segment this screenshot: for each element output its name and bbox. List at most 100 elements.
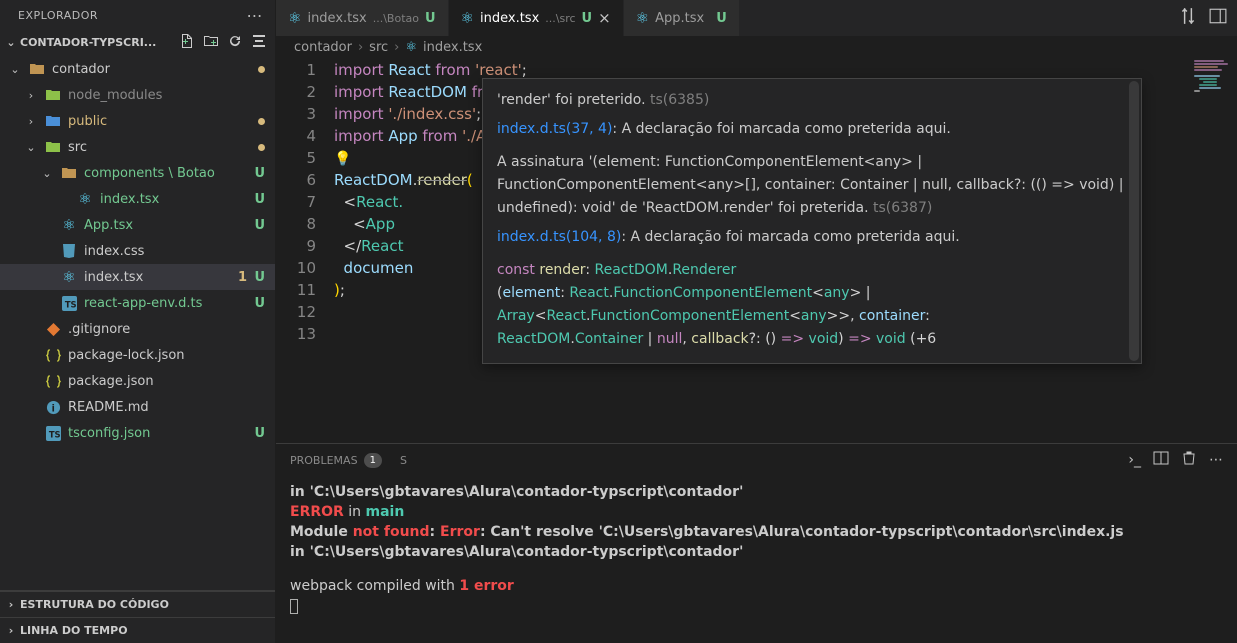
breadcrumb[interactable]: contador› src› ⚛ index.tsx	[276, 36, 1237, 59]
close-icon[interactable]: ×	[598, 9, 611, 27]
terminal-cursor	[290, 599, 298, 614]
chevron-icon: ⌄	[24, 141, 38, 154]
tab-output[interactable]: S	[400, 454, 407, 467]
editor-tab[interactable]: ⚛index.tsx...\BotaoU	[276, 0, 449, 36]
folder-icon	[44, 113, 62, 129]
terminal-icon[interactable]: ›_	[1128, 452, 1141, 468]
line-numbers: 12345678910111213	[276, 59, 334, 443]
vcs-status: U	[254, 270, 265, 285]
modified-dot	[258, 66, 265, 73]
tab-vcs: U	[582, 11, 593, 26]
new-folder-icon[interactable]	[203, 33, 219, 52]
tree-item[interactable]: › node_modules	[0, 82, 275, 108]
tree-item[interactable]: TSreact-app-env.d.tsU	[0, 290, 275, 316]
project-header[interactable]: ⌄ CONTADOR-TYPSCRI...	[0, 31, 275, 54]
react-icon: ⚛	[76, 190, 94, 208]
scrollbar[interactable]	[1129, 81, 1139, 361]
modified-dot	[258, 144, 265, 151]
timeline-section[interactable]: ›LINHA DO TEMPO	[0, 617, 275, 643]
chevron-down-icon: ⌄	[4, 36, 18, 49]
folder-icon	[44, 87, 62, 103]
vcs-status: U	[254, 218, 265, 233]
problems-badge: 1	[364, 453, 382, 468]
hover-link[interactable]: index.d.ts(37, 4)	[497, 121, 612, 137]
code-editor[interactable]: 12345678910111213 import React from 'rea…	[276, 59, 1237, 443]
editor-tabs: ⚛index.tsx...\BotaoU⚛index.tsx...\srcU×⚛…	[276, 0, 1237, 36]
readme-icon: i	[44, 400, 62, 415]
tree-item-label: tsconfig.json	[68, 426, 265, 441]
minimap[interactable]	[1191, 59, 1237, 139]
bottom-panel: PROBLEMAS 1 S ›_ ⋯ in 'C:\Users\gbtavare…	[276, 443, 1237, 643]
react-icon: ⚛	[60, 216, 78, 234]
tree-item-label: node_modules	[68, 88, 265, 103]
refresh-icon[interactable]	[227, 33, 243, 52]
tab-vcs: U	[425, 11, 436, 26]
hover-link[interactable]: index.d.ts(104, 8)	[497, 229, 621, 245]
tab-label: index.tsx	[307, 11, 366, 26]
tree-item[interactable]: ⚛ App.tsxU	[0, 212, 275, 238]
tab-label: index.tsx	[480, 11, 539, 26]
chevron-icon: ›	[24, 115, 38, 128]
vcs-status: U	[254, 192, 265, 207]
file-tree: ⌄contador › node_modules › public ⌄ src ⌄ compon…	[0, 54, 275, 590]
tree-item-label: react-app-env.d.ts	[84, 296, 265, 311]
editor-tab[interactable]: ⚛App.tsxU	[624, 0, 740, 36]
tree-item[interactable]: ⚛index.tsx1U	[0, 264, 275, 290]
more-icon[interactable]: ⋯	[247, 6, 264, 25]
folder-icon	[28, 61, 46, 77]
tree-item-label: App.tsx	[84, 218, 265, 233]
tree-item-label: index.tsx	[100, 192, 265, 207]
tree-item[interactable]: ⌄ src	[0, 134, 275, 160]
react-icon: ⚛	[636, 9, 649, 27]
tab-problems[interactable]: PROBLEMAS 1	[290, 453, 382, 468]
tree-item[interactable]: .gitignore	[0, 316, 275, 342]
ts-icon: TS	[60, 296, 78, 311]
svg-text:TS: TS	[48, 429, 60, 439]
react-icon: ⚛	[288, 9, 301, 27]
tab-suffix: ...\src	[545, 12, 575, 25]
svg-text:TS: TS	[64, 299, 76, 309]
editor-area: ⚛index.tsx...\BotaoU⚛index.tsx...\srcU×⚛…	[276, 0, 1237, 643]
collapse-icon[interactable]	[251, 33, 267, 52]
tree-item[interactable]: iREADME.md	[0, 394, 275, 420]
tree-item-label: index.css	[84, 244, 265, 259]
json-icon	[44, 374, 62, 389]
react-icon: ⚛	[405, 40, 417, 55]
chevron-icon: ›	[24, 89, 38, 102]
vcs-status: U	[254, 166, 265, 181]
explorer-title: EXPLORADOR	[18, 9, 98, 22]
css-icon	[60, 243, 78, 259]
tree-item-label: src	[68, 140, 265, 155]
explorer-sidebar: EXPLORADOR ⋯ ⌄ CONTADOR-TYPSCRI... ⌄cont…	[0, 0, 276, 643]
tab-vcs: U	[716, 11, 727, 26]
tree-item[interactable]: › public	[0, 108, 275, 134]
json-icon	[44, 348, 62, 363]
trash-icon[interactable]	[1181, 450, 1197, 470]
hover-tooltip: 'render' foi preterido. ts(6385) index.d…	[482, 78, 1142, 364]
outline-section[interactable]: ›ESTRUTURA DO CÓDIGO	[0, 591, 275, 617]
tree-item[interactable]: TStsconfig.jsonU	[0, 420, 275, 446]
compare-icon[interactable]	[1179, 7, 1197, 29]
tree-item-label: public	[68, 114, 265, 129]
tree-item[interactable]: ⚛ index.tsxU	[0, 186, 275, 212]
tree-item[interactable]: ⌄contador	[0, 56, 275, 82]
tree-item[interactable]: index.css	[0, 238, 275, 264]
more-icon[interactable]: ⋯	[1209, 452, 1223, 468]
react-icon: ⚛	[461, 9, 474, 27]
tree-item[interactable]: package-lock.json	[0, 342, 275, 368]
split-icon[interactable]	[1153, 450, 1169, 470]
tree-item-label: package-lock.json	[68, 348, 265, 363]
tree-item[interactable]: ⌄ components \ BotaoU	[0, 160, 275, 186]
code-content[interactable]: import React from 'react';import ReactDO…	[334, 59, 1237, 443]
layout-icon[interactable]	[1209, 7, 1227, 29]
editor-tab[interactable]: ⚛ index.tsx ...\src U ×	[449, 0, 624, 36]
modified-dot	[258, 118, 265, 125]
tree-item[interactable]: package.json	[0, 368, 275, 394]
ts-icon: TS	[44, 426, 62, 441]
terminal-output[interactable]: in 'C:\Users\gbtavares\Alura\contador-ty…	[276, 476, 1237, 643]
tree-item-label: components \ Botao	[84, 166, 265, 181]
problem-badge: 1	[238, 270, 247, 285]
chevron-icon: ⌄	[40, 167, 54, 180]
git-icon	[44, 322, 62, 337]
new-file-icon[interactable]	[179, 33, 195, 52]
